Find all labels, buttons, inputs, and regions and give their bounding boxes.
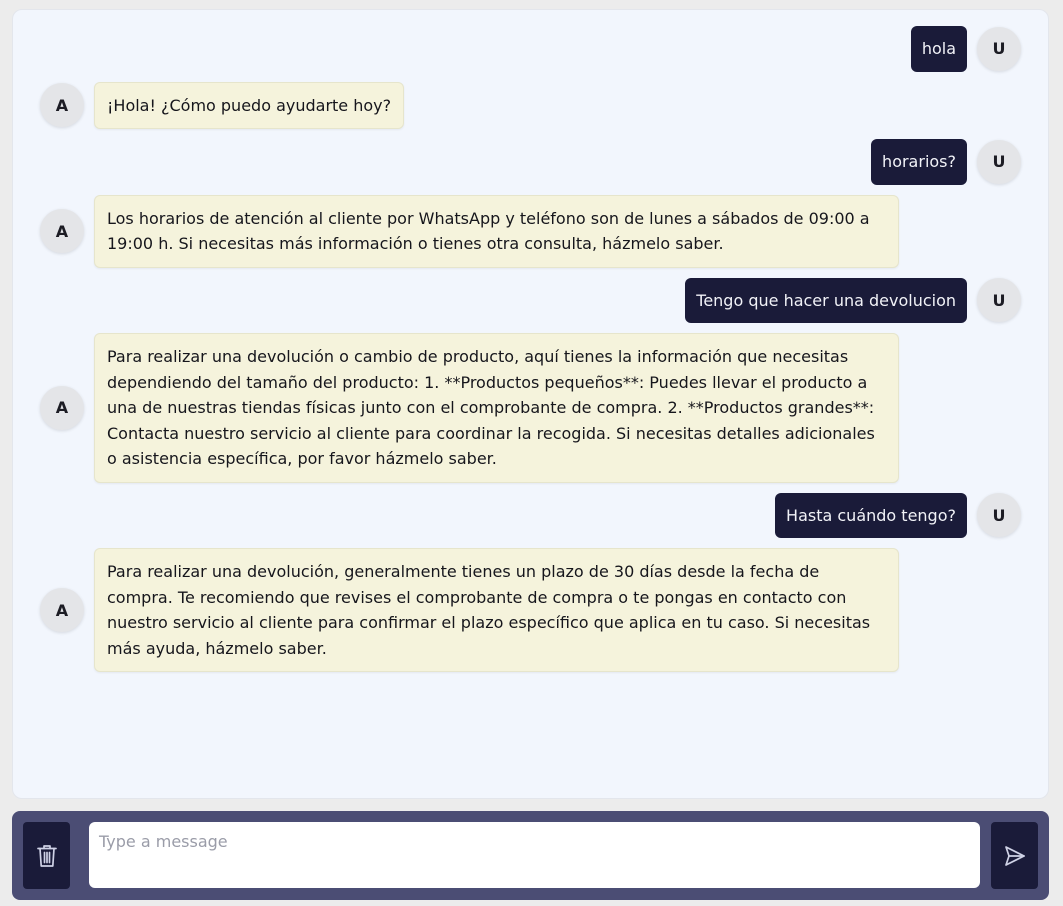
user-avatar: U [977, 493, 1021, 538]
message-input-bar [12, 811, 1049, 900]
clear-chat-button[interactable] [23, 822, 70, 889]
user-message: horarios? [871, 139, 967, 185]
message-row-user: Tengo que hacer una devolucion U [13, 277, 1048, 323]
message-row-user: Hasta cuándo tengo? U [13, 492, 1048, 538]
assistant-avatar: A [40, 385, 84, 430]
trash-icon [36, 844, 57, 867]
user-message: Tengo que hacer una devolucion [685, 277, 967, 323]
assistant-avatar: A [40, 83, 84, 128]
assistant-avatar: A [40, 588, 84, 632]
user-message: hola [910, 26, 967, 72]
assistant-message: Para realizar una devolución o cambio de… [94, 333, 899, 483]
assistant-avatar: A [40, 209, 84, 253]
message-row-assistant: A ¡Hola! ¿Cómo puedo ayudarte hoy? [13, 81, 1048, 129]
user-avatar: U [977, 139, 1021, 184]
message-row-assistant: A Para realizar una devolución o cambio … [13, 333, 1048, 483]
assistant-message: Para realizar una devolución, generalmen… [94, 548, 899, 672]
user-avatar: U [977, 26, 1021, 71]
user-avatar: U [977, 278, 1021, 323]
message-row-user: horarios? U [13, 139, 1048, 185]
chat-panel: hola U A ¡Hola! ¿Cómo puedo ayudarte hoy… [12, 9, 1049, 799]
message-row-assistant: A Los horarios de atención al cliente po… [13, 194, 1048, 268]
message-row-assistant: A Para realizar una devolución, generalm… [13, 548, 1048, 672]
send-icon [1004, 845, 1025, 866]
send-button[interactable] [991, 822, 1038, 889]
assistant-message: ¡Hola! ¿Cómo puedo ayudarte hoy? [94, 81, 405, 129]
assistant-message: Los horarios de atención al cliente por … [94, 194, 899, 268]
message-input[interactable] [89, 822, 980, 888]
message-row-user: hola U [13, 26, 1048, 72]
user-message: Hasta cuándo tengo? [775, 492, 967, 538]
